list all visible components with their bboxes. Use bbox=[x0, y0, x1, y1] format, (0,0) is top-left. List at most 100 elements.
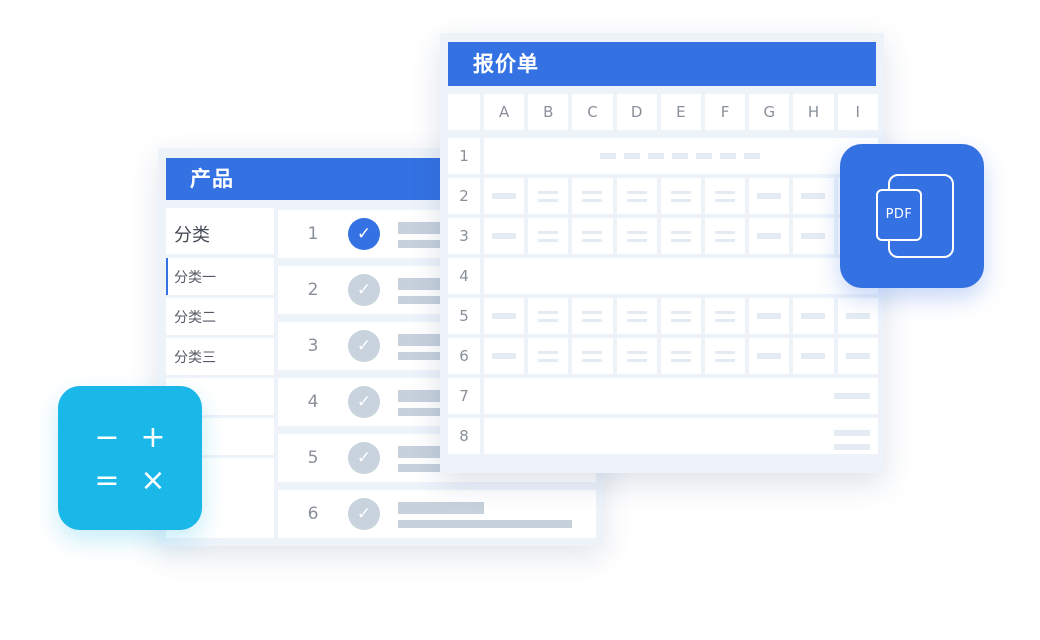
column-header[interactable]: A bbox=[484, 94, 525, 130]
text-placeholder bbox=[757, 193, 782, 199]
text-placeholder bbox=[801, 233, 826, 239]
row-header[interactable]: 8 bbox=[448, 418, 480, 454]
checkmark-icon[interactable]: ✓ bbox=[348, 386, 380, 418]
text-placeholder bbox=[670, 319, 691, 322]
grid-cell[interactable] bbox=[528, 338, 569, 374]
text-placeholder bbox=[492, 193, 516, 199]
checkmark-icon[interactable]: ✓ bbox=[348, 498, 380, 530]
grid-cell[interactable] bbox=[749, 338, 790, 374]
text-placeholder bbox=[582, 319, 603, 322]
grid-cell[interactable] bbox=[528, 218, 569, 254]
pdf-document-icon: PDF bbox=[876, 189, 922, 241]
grid-cell[interactable] bbox=[660, 178, 701, 214]
grid-cell[interactable] bbox=[572, 218, 613, 254]
merged-cell[interactable] bbox=[484, 418, 878, 454]
row-header[interactable]: 5 bbox=[448, 298, 480, 334]
grid-cell[interactable] bbox=[528, 178, 569, 214]
row-header[interactable]: 7 bbox=[448, 378, 480, 414]
grid-cell[interactable] bbox=[484, 178, 525, 214]
grid-cell[interactable] bbox=[837, 338, 878, 374]
text-placeholder bbox=[670, 231, 691, 234]
text-placeholder bbox=[582, 199, 603, 202]
text-placeholder bbox=[757, 353, 782, 359]
grid-cell[interactable] bbox=[572, 338, 613, 374]
grid-cell[interactable] bbox=[749, 178, 790, 214]
text-placeholder bbox=[538, 311, 559, 314]
grid-cell[interactable] bbox=[705, 338, 746, 374]
grid-cell[interactable] bbox=[705, 218, 746, 254]
product-row[interactable]: 6 ✓ bbox=[278, 490, 596, 538]
column-header[interactable]: F bbox=[705, 94, 746, 130]
column-header[interactable]: H bbox=[793, 94, 834, 130]
text-placeholder bbox=[626, 231, 647, 234]
grid-cell[interactable] bbox=[616, 298, 657, 334]
text-placeholder bbox=[582, 231, 603, 234]
pdf-label: PDF bbox=[885, 207, 913, 222]
category-item[interactable]: 分类一 bbox=[166, 258, 274, 295]
grid-cell[interactable] bbox=[705, 298, 746, 334]
pdf-export-button[interactable]: PDF bbox=[840, 144, 984, 288]
text-placeholder bbox=[492, 233, 516, 239]
text-placeholder bbox=[670, 191, 691, 194]
column-header[interactable]: I bbox=[837, 94, 878, 130]
text-placeholder bbox=[715, 359, 735, 362]
grid-cell[interactable] bbox=[793, 178, 834, 214]
grid-cell[interactable] bbox=[528, 298, 569, 334]
merged-cell[interactable] bbox=[484, 138, 878, 174]
row-header[interactable]: 4 bbox=[448, 258, 480, 294]
calculator-button[interactable]: − + = × bbox=[58, 386, 202, 530]
text-placeholder bbox=[744, 153, 760, 159]
checkmark-icon[interactable]: ✓ bbox=[348, 274, 380, 306]
row-header[interactable]: 3 bbox=[448, 218, 480, 254]
grid-cell[interactable] bbox=[484, 338, 525, 374]
grid-cell[interactable] bbox=[616, 218, 657, 254]
text-placeholder bbox=[801, 313, 826, 319]
row-number: 3 bbox=[307, 336, 319, 356]
grid-cell[interactable] bbox=[616, 338, 657, 374]
text-placeholder bbox=[626, 359, 647, 362]
checkmark-icon[interactable]: ✓ bbox=[348, 330, 380, 362]
category-item[interactable]: 分类三 bbox=[166, 338, 274, 375]
text-placeholder bbox=[582, 311, 603, 314]
grid-cell[interactable] bbox=[837, 298, 878, 334]
text-placeholder bbox=[626, 351, 647, 354]
grid-cell[interactable] bbox=[749, 218, 790, 254]
grid-cell[interactable] bbox=[660, 338, 701, 374]
column-header[interactable]: B bbox=[528, 94, 569, 130]
row-header[interactable]: 2 bbox=[448, 178, 480, 214]
plus-icon: + bbox=[140, 420, 166, 455]
grid-cell[interactable] bbox=[484, 218, 525, 254]
column-header[interactable]: E bbox=[660, 94, 701, 130]
checkmark-icon[interactable]: ✓ bbox=[348, 218, 380, 250]
grid-cell[interactable] bbox=[572, 178, 613, 214]
text-placeholder bbox=[582, 359, 603, 362]
grid-cell[interactable] bbox=[660, 298, 701, 334]
text-placeholder bbox=[715, 191, 735, 194]
merged-cell[interactable] bbox=[484, 258, 878, 294]
merged-cell[interactable] bbox=[484, 378, 878, 414]
grid-cell[interactable] bbox=[572, 298, 613, 334]
text-placeholder bbox=[582, 351, 603, 354]
grid-cell[interactable] bbox=[749, 298, 790, 334]
grid-cell[interactable] bbox=[793, 338, 834, 374]
text-placeholder bbox=[757, 233, 782, 239]
grid-cell[interactable] bbox=[484, 298, 525, 334]
grid-cell[interactable] bbox=[793, 298, 834, 334]
grid-cell[interactable] bbox=[793, 218, 834, 254]
text-placeholder bbox=[672, 153, 688, 159]
column-header[interactable]: G bbox=[749, 94, 790, 130]
category-item[interactable]: 分类二 bbox=[166, 298, 274, 335]
grid-cell[interactable] bbox=[660, 218, 701, 254]
row-number: 5 bbox=[307, 448, 319, 468]
grid-cell[interactable] bbox=[705, 178, 746, 214]
column-header[interactable]: C bbox=[572, 94, 613, 130]
text-placeholder bbox=[834, 444, 870, 450]
text-placeholder bbox=[715, 319, 735, 322]
row-header[interactable]: 6 bbox=[448, 338, 480, 374]
text-placeholder bbox=[696, 153, 712, 159]
row-header[interactable]: 1 bbox=[448, 138, 480, 174]
checkmark-icon[interactable]: ✓ bbox=[348, 442, 380, 474]
grid-cell[interactable] bbox=[616, 178, 657, 214]
text-placeholder bbox=[582, 191, 603, 194]
column-header[interactable]: D bbox=[616, 94, 657, 130]
